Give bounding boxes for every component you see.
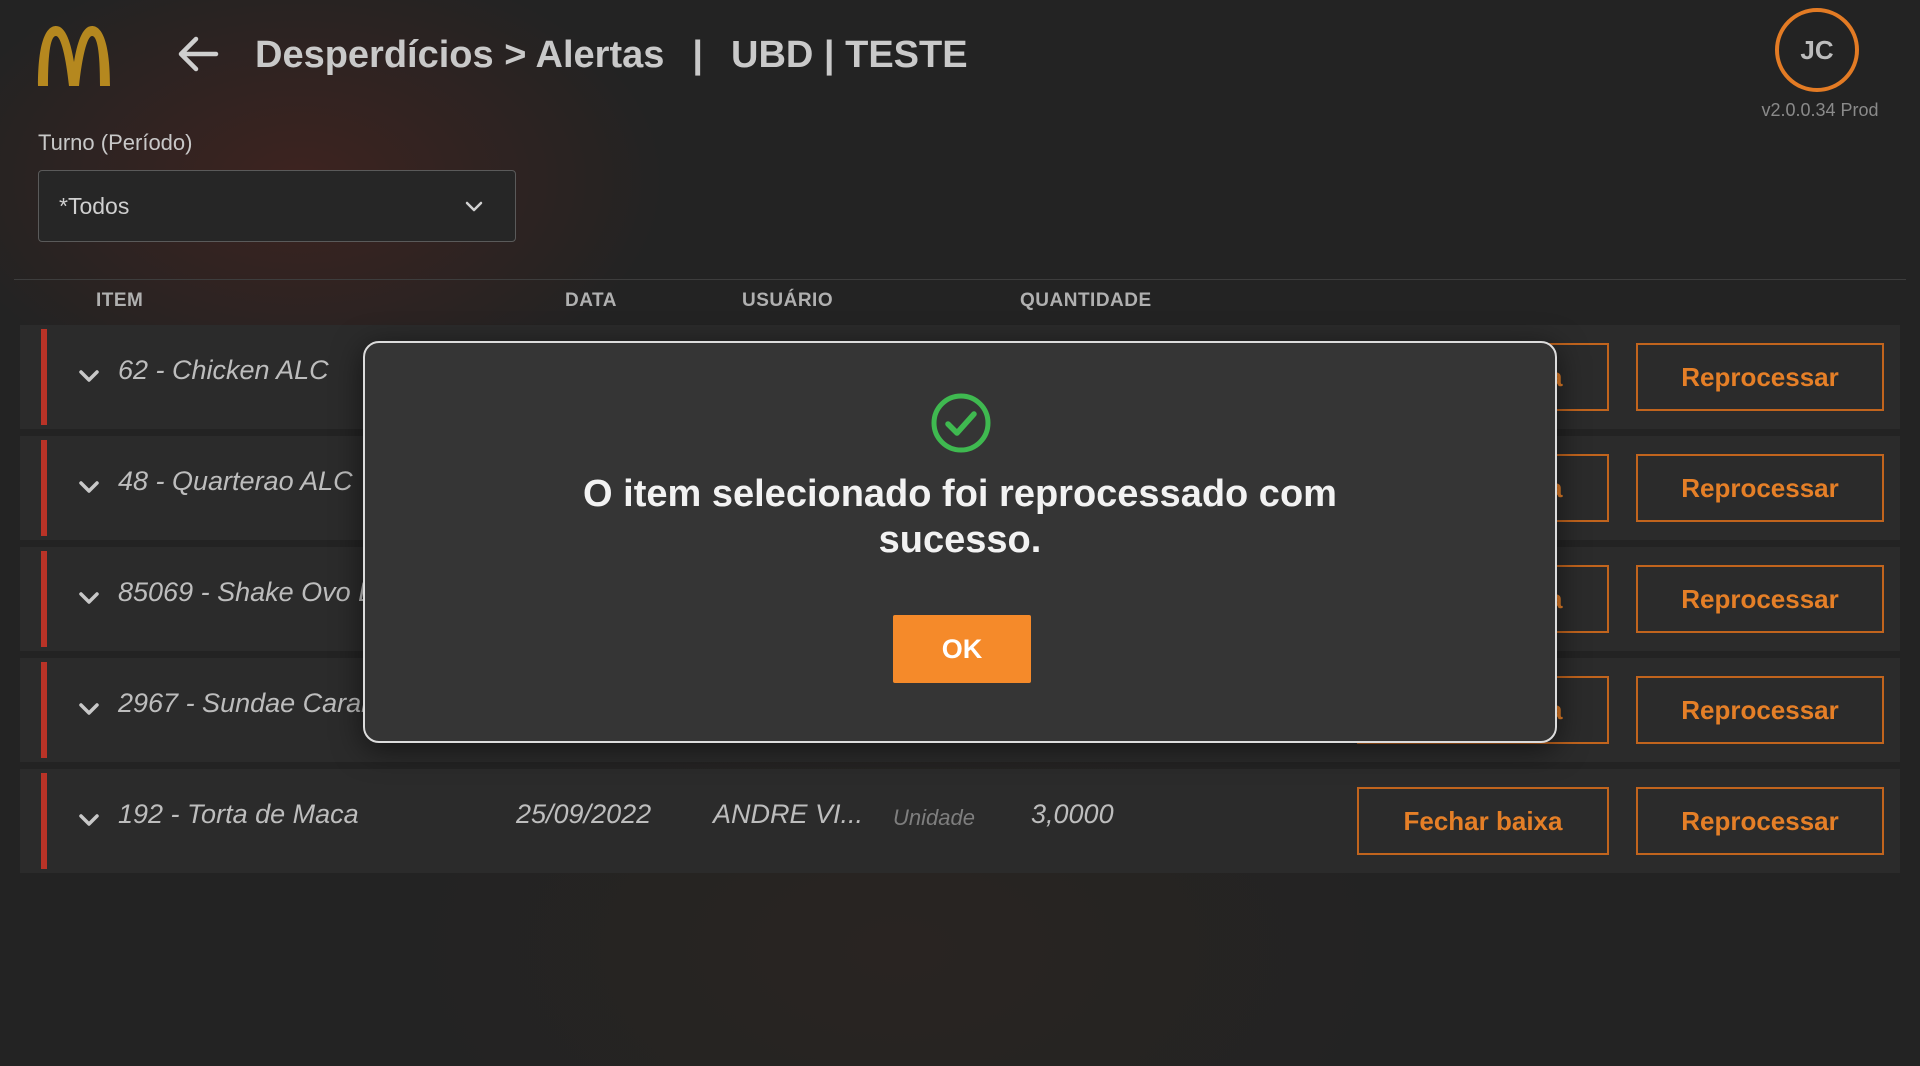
avatar-initials: JC [1800, 34, 1834, 65]
row-status-bar [41, 662, 47, 758]
table-row: 192 - Torta de Maca 25/09/2022 ANDRE VI.… [20, 769, 1900, 873]
row-item-name: 192 - Torta de Maca [118, 799, 359, 829]
reprocess-button[interactable]: Reprocessar [1636, 454, 1884, 522]
arrow-left-icon [178, 36, 219, 72]
row-status-bar [41, 329, 47, 425]
row-unit: Unidade [893, 805, 975, 830]
row-user: ANDRE VI... [713, 799, 864, 829]
row-status-bar [41, 551, 47, 647]
expand-chevron-icon[interactable] [76, 807, 102, 833]
row-status-bar [41, 440, 47, 536]
expand-chevron-icon[interactable] [76, 363, 102, 389]
expand-chevron-icon[interactable] [76, 585, 102, 611]
shift-filter-label: Turno (Período) [38, 130, 193, 155]
store-name: UBD | TESTE [731, 34, 968, 76]
reprocess-button[interactable]: Reprocessar [1636, 343, 1884, 411]
check-circle-icon [931, 393, 991, 453]
mcdonalds-logo-icon [38, 26, 110, 86]
expand-chevron-icon[interactable] [76, 696, 102, 722]
column-header-quantity: QUANTIDADE [1020, 290, 1152, 311]
dialog-message: O item selecionado foi reprocessado com … [583, 473, 1337, 561]
app-header: Desperdícios > Alertas | UBD | TESTE JC v2… [0, 0, 1920, 120]
row-item-name: 85069 - Shake Ovo BL [118, 577, 392, 607]
close-writeoff-button[interactable]: Fechar baixa [1357, 787, 1609, 855]
row-item-name: 2967 - Sundae Caram [118, 688, 384, 718]
title-separator: | [692, 34, 704, 76]
row-item-name: 48 - Quarterao ALC [118, 466, 353, 496]
reprocess-button[interactable]: Reprocessar [1636, 787, 1884, 855]
ok-button[interactable]: OK [893, 615, 1031, 683]
page-title: Desperdícios > Alertas | UBD | TESTE [255, 30, 968, 80]
shift-filter-select[interactable]: *Todos [38, 170, 516, 242]
divider [14, 279, 1906, 280]
breadcrumb: Desperdícios > Alertas [255, 34, 665, 76]
column-header-item: ITEM [96, 290, 144, 311]
row-date: 25/09/2022 [516, 799, 652, 829]
avatar[interactable]: JC [1775, 8, 1859, 92]
row-item-name: 62 - Chicken ALC [118, 355, 329, 385]
reprocess-button[interactable]: Reprocessar [1636, 565, 1884, 633]
back-button[interactable] [172, 30, 224, 78]
chevron-down-icon [465, 201, 483, 212]
row-quantity: 3,0000 [1031, 799, 1114, 829]
column-header-date: DATA [565, 290, 617, 311]
version-label: v2.0.0.34 Prod [1761, 100, 1879, 120]
reprocess-button[interactable]: Reprocessar [1636, 676, 1884, 744]
expand-chevron-icon[interactable] [76, 474, 102, 500]
row-status-bar [41, 773, 47, 869]
success-dialog: O item selecionado foi reprocessado com … [363, 341, 1557, 743]
column-header-user: USUÁRIO [742, 290, 834, 311]
shift-filter-value: *Todos [59, 192, 130, 219]
